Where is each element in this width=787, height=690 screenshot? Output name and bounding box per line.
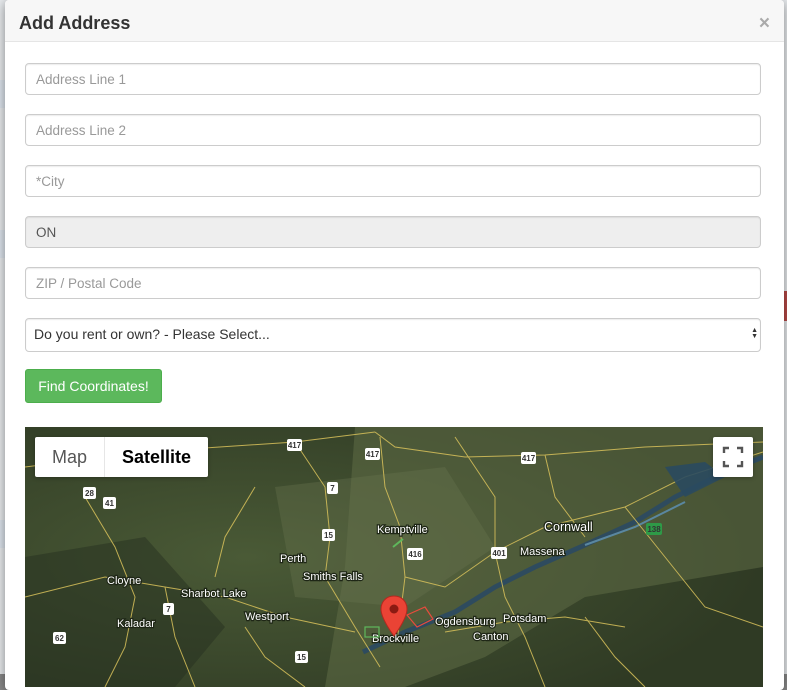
svg-text:Perth: Perth [280,553,306,565]
svg-text:15: 15 [324,531,333,540]
rent-own-select[interactable]: Do you rent or own? - Please Select... ▲… [25,318,761,352]
modal-title: Add Address [19,13,131,33]
svg-text:417: 417 [522,454,536,463]
svg-text:401: 401 [492,549,506,558]
address-line-2-input[interactable] [25,114,761,146]
svg-text:Cornwall: Cornwall [544,520,593,534]
rent-own-selected-value: Do you rent or own? - Please Select... [34,326,270,342]
map-marker-icon[interactable] [380,595,408,637]
svg-text:28: 28 [85,489,94,498]
modal-header: Add Address × [5,0,784,42]
fullscreen-icon [722,446,744,468]
svg-text:Kaladar: Kaladar [117,618,155,630]
svg-text:417: 417 [366,450,380,459]
svg-text:Kemptville: Kemptville [377,524,428,536]
svg-text:62: 62 [55,634,64,643]
svg-text:Ogdensburg: Ogdensburg [435,616,496,628]
svg-text:Smiths Falls: Smiths Falls [303,571,363,583]
map-type-satellite-button[interactable]: Satellite [104,437,208,477]
province-field [25,216,761,248]
svg-text:Sharbot Lake: Sharbot Lake [181,588,246,600]
map-type-map-button[interactable]: Map [35,437,104,477]
svg-text:Massena: Massena [520,546,566,558]
svg-text:138: 138 [647,525,661,534]
svg-text:15: 15 [297,653,306,662]
svg-text:Canton: Canton [473,631,508,643]
find-coordinates-button[interactable]: Find Coordinates! [25,369,162,403]
address-line-1-input[interactable] [25,63,761,95]
postal-code-input[interactable] [25,267,761,299]
svg-text:41: 41 [105,499,114,508]
svg-text:7: 7 [330,484,335,493]
fullscreen-button[interactable] [713,437,753,477]
map-type-control: Map Satellite [35,437,209,477]
svg-text:416: 416 [408,550,422,559]
city-input[interactable] [25,165,761,197]
add-address-modal: Add Address × Do you rent or own? - Plea… [5,0,784,690]
svg-text:Cloyne: Cloyne [107,575,141,587]
close-icon[interactable]: × [759,14,770,33]
svg-text:417: 417 [288,441,302,450]
satellite-map[interactable]: 417 417 417 28 41 7 15 416 401 138 7 62 … [25,427,763,687]
select-arrows-icon: ▲ ▼ [751,327,758,340]
svg-text:Westport: Westport [245,611,289,623]
svg-text:Potsdam: Potsdam [503,613,546,625]
svg-text:7: 7 [166,605,171,614]
